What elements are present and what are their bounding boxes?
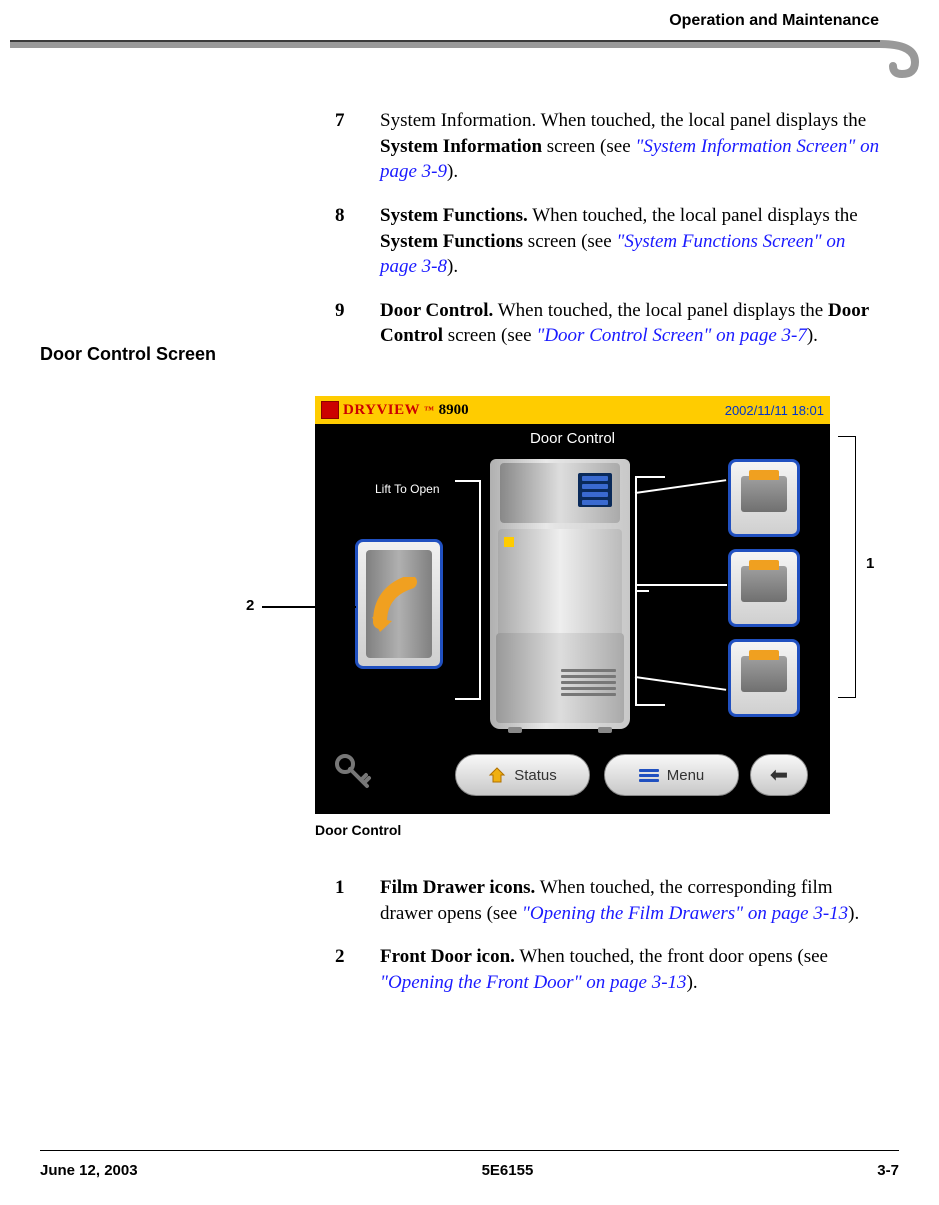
back-arrow-icon: ⬅ xyxy=(770,762,788,788)
figure-area: DRYVIEW ™ 8900 2002/11/11 18:01 Door Contr… xyxy=(280,396,880,838)
lead-bold: Film Drawer icons. xyxy=(380,877,535,898)
text: screen (see xyxy=(443,325,536,346)
header-swoosh-decor xyxy=(10,38,930,78)
screen-body: Door Control Lift To Open xyxy=(315,424,830,814)
bracket-right xyxy=(635,476,665,706)
footer-docid: 5E6155 xyxy=(482,1162,534,1179)
text: ). xyxy=(687,972,698,993)
section-heading: Door Control Screen xyxy=(40,344,216,365)
item-number: 1 xyxy=(335,875,380,926)
item-number: 9 xyxy=(335,298,380,349)
item-number: 8 xyxy=(335,203,380,280)
text: ). xyxy=(447,256,458,277)
printer-graphic xyxy=(490,459,630,729)
open-arrow-icon xyxy=(370,577,420,637)
bracket-left xyxy=(455,480,481,700)
bottom-nav: Status Menu xyxy=(455,754,739,796)
callout-1-bracket xyxy=(838,436,856,698)
status-button[interactable]: Status xyxy=(455,754,590,796)
lift-to-open-label: Lift To Open xyxy=(375,482,440,496)
footer-rule xyxy=(40,1150,899,1152)
footer-page: 3-7 xyxy=(877,1162,899,1179)
callout-2-line xyxy=(262,606,356,608)
top-list: 7 System Information. When touched, the … xyxy=(335,108,885,367)
item-body: System Information. When touched, the lo… xyxy=(380,108,885,185)
cross-ref-link[interactable]: "Opening the Film Drawers" on page 3-13 xyxy=(522,903,848,924)
bold-text: System Functions xyxy=(380,231,523,252)
brand-tm: ™ xyxy=(424,405,435,416)
screen-title: Door Control xyxy=(315,424,830,447)
footer-date: June 12, 2003 xyxy=(40,1162,138,1179)
menu-button[interactable]: Menu xyxy=(604,754,739,796)
kodak-logo-icon xyxy=(321,401,339,419)
text: ). xyxy=(807,325,818,346)
back-button[interactable]: ⬅ xyxy=(750,754,808,796)
lead-bold: Front Door icon. xyxy=(380,946,515,967)
item-body: Door Control. When touched, the local pa… xyxy=(380,298,885,349)
list-item: 8 System Functions. When touched, the lo… xyxy=(335,203,885,280)
text: screen (see xyxy=(542,136,635,157)
item-body: Film Drawer icons. When touched, the cor… xyxy=(380,875,885,926)
list-item: 1 Film Drawer icons. When touched, the c… xyxy=(335,875,885,926)
screenshot-topbar: DRYVIEW ™ 8900 2002/11/11 18:01 xyxy=(315,396,830,424)
list-item: 9 Door Control. When touched, the local … xyxy=(335,298,885,349)
text: ). xyxy=(848,903,859,924)
list-item: 7 System Information. When touched, the … xyxy=(335,108,885,185)
text: When touched, the local panel displays t… xyxy=(528,205,858,226)
item-body: Front Door icon. When touched, the front… xyxy=(380,944,885,995)
text: When touched, the local panel displays t… xyxy=(493,300,828,321)
film-drawer-1-button[interactable] xyxy=(728,459,800,537)
figure-caption: Door Control xyxy=(315,822,880,838)
film-drawer-2-button[interactable] xyxy=(728,549,800,627)
menu-icon xyxy=(639,767,659,783)
item-body: System Functions. When touched, the loca… xyxy=(380,203,885,280)
brand: DRYVIEW ™ 8900 xyxy=(321,401,469,419)
lower-list: 1 Film Drawer icons. When touched, the c… xyxy=(335,875,885,1014)
callout-1-label: 1 xyxy=(866,555,874,572)
text: screen (see xyxy=(523,231,616,252)
film-drawer-icons xyxy=(728,459,800,717)
lead-bold: System Functions. xyxy=(380,205,528,226)
callout-2-label: 2 xyxy=(246,597,254,614)
item-number: 7 xyxy=(335,108,380,185)
item-number: 2 xyxy=(335,944,380,995)
status-label: Status xyxy=(514,767,557,784)
door-control-screenshot: DRYVIEW ™ 8900 2002/11/11 18:01 Door Contr… xyxy=(315,396,830,814)
bold-text: System Information xyxy=(380,136,542,157)
key-icon xyxy=(333,752,373,792)
text: When touched, the front door opens (see xyxy=(515,946,828,967)
film-drawer-3-button[interactable] xyxy=(728,639,800,717)
page-footer: June 12, 2003 5E6155 3-7 xyxy=(40,1162,899,1179)
page-header-title: Operation and Maintenance xyxy=(669,12,879,30)
connector-line xyxy=(635,584,727,586)
text: System Information. When touched, the lo… xyxy=(380,110,866,131)
lead-bold: Door Control. xyxy=(380,300,493,321)
menu-label: Menu xyxy=(667,767,705,784)
home-icon xyxy=(488,766,506,784)
brand-name: DRYVIEW xyxy=(343,402,420,419)
cross-ref-link[interactable]: "Opening the Front Door" on page 3-13 xyxy=(380,972,687,993)
cross-ref-link[interactable]: "Door Control Screen" on page 3-7 xyxy=(536,325,807,346)
brand-model: 8900 xyxy=(439,402,469,419)
text: ). xyxy=(447,161,458,182)
list-item: 2 Front Door icon. When touched, the fro… xyxy=(335,944,885,995)
front-door-button[interactable] xyxy=(355,539,443,669)
timestamp: 2002/11/11 18:01 xyxy=(725,403,824,418)
